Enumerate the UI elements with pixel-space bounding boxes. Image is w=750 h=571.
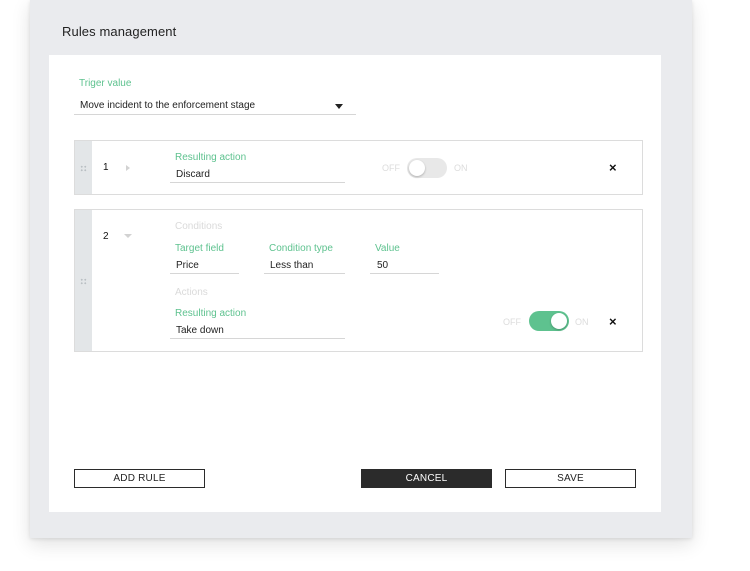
toggle-knob bbox=[409, 160, 425, 176]
drag-handle[interactable] bbox=[75, 141, 92, 194]
value-input[interactable]: 50 bbox=[370, 257, 439, 275]
trigger-underline bbox=[74, 114, 356, 115]
resulting-action-label: Resulting action bbox=[175, 308, 247, 319]
condition-type-input[interactable]: Less than bbox=[264, 257, 345, 275]
cancel-button[interactable]: CANCEL bbox=[361, 469, 492, 488]
rule-number: 1 bbox=[103, 162, 109, 173]
rule-number: 2 bbox=[103, 231, 109, 242]
rule-toggle-2[interactable] bbox=[529, 311, 569, 331]
resulting-action-value: Discard bbox=[176, 169, 210, 180]
trigger-label: Triger value bbox=[79, 78, 132, 89]
close-icon[interactable]: × bbox=[609, 161, 617, 174]
target-field-input[interactable]: Price bbox=[170, 257, 239, 275]
condition-type-value: Less than bbox=[270, 260, 314, 271]
grip-icon bbox=[80, 165, 87, 172]
trigger-select[interactable]: Move incident to the enforcement stage bbox=[74, 96, 356, 115]
field-underline bbox=[170, 338, 345, 339]
condition-type-label: Condition type bbox=[269, 243, 333, 254]
save-button[interactable]: SAVE bbox=[505, 469, 636, 488]
toggle-on-label: ON bbox=[575, 317, 589, 327]
rule-toggle-1[interactable] bbox=[407, 158, 447, 178]
chevron-down-icon bbox=[335, 104, 343, 109]
trigger-select-value: Move incident to the enforcement stage bbox=[80, 100, 256, 111]
dialog-title: Rules management bbox=[62, 24, 177, 39]
collapse-icon[interactable] bbox=[124, 234, 132, 238]
field-underline bbox=[170, 273, 239, 274]
resulting-action-label: Resulting action bbox=[175, 152, 247, 163]
actions-heading: Actions bbox=[175, 287, 208, 298]
drag-handle[interactable] bbox=[75, 210, 92, 351]
toggle-off-label: OFF bbox=[382, 163, 400, 173]
value-value: 50 bbox=[377, 260, 389, 271]
toggle-off-label: OFF bbox=[503, 317, 521, 327]
close-icon[interactable]: × bbox=[609, 315, 617, 328]
field-underline bbox=[370, 273, 439, 274]
field-underline bbox=[264, 273, 345, 274]
resulting-action-field[interactable]: Take down bbox=[170, 322, 345, 340]
field-underline bbox=[170, 182, 345, 183]
rule-card-1 bbox=[74, 140, 643, 195]
resulting-action-field[interactable]: Discard bbox=[170, 166, 345, 184]
grip-icon bbox=[80, 278, 87, 285]
conditions-heading: Conditions bbox=[175, 221, 223, 232]
target-field-label: Target field bbox=[175, 243, 224, 254]
expand-icon[interactable] bbox=[126, 165, 130, 171]
resulting-action-value: Take down bbox=[176, 325, 224, 336]
value-label: Value bbox=[375, 243, 400, 254]
toggle-knob bbox=[551, 313, 567, 329]
add-rule-button[interactable]: ADD RULE bbox=[74, 469, 205, 488]
target-field-value: Price bbox=[176, 260, 199, 271]
toggle-on-label: ON bbox=[454, 163, 468, 173]
